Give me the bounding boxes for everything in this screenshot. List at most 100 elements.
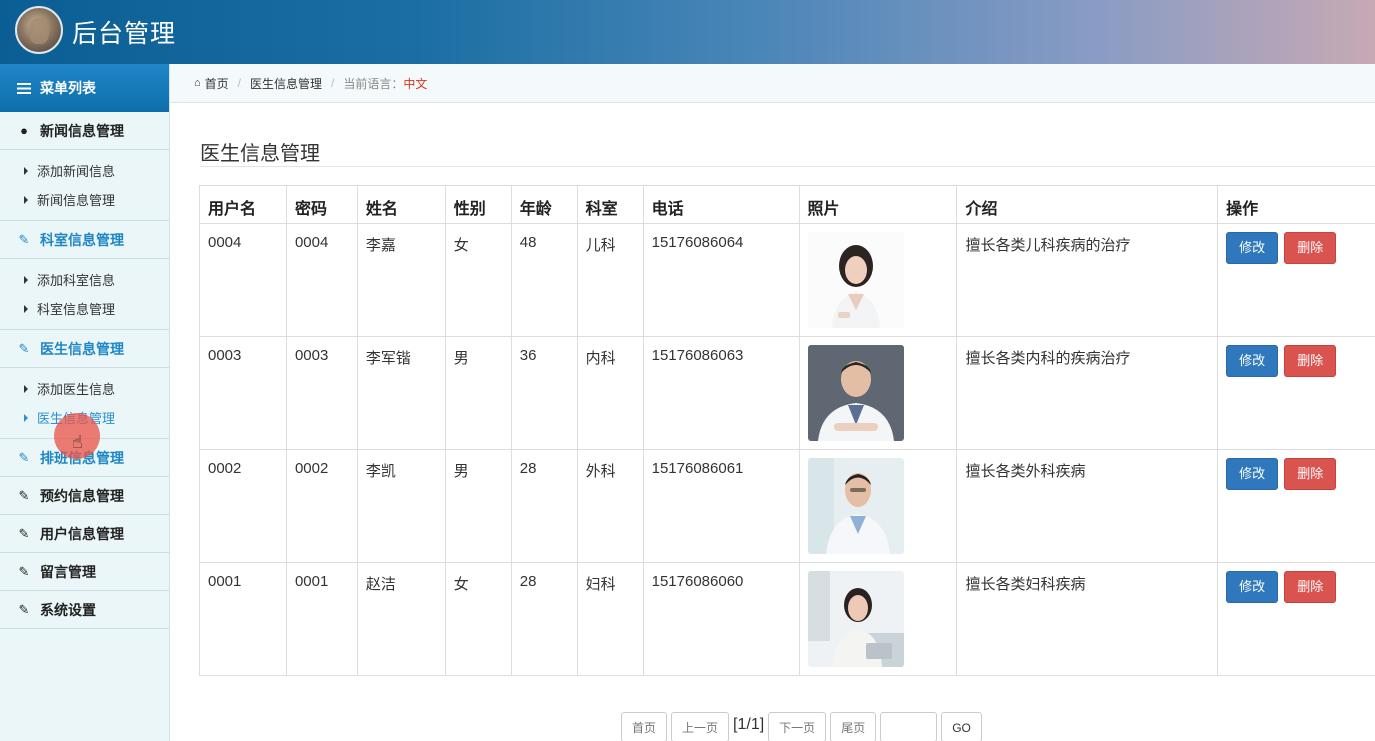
table-row: 0002 0002 李凯 男 28 外科 15176086061 擅长各类外科疾… [199,449,1375,563]
sidebar-item-manage-doctor[interactable]: 医生信息管理 [0,403,169,432]
sidebar-group-settings[interactable]: ✎ 系统设置 [0,591,169,629]
logo-avatar [15,6,63,54]
home-icon: ⌂ [194,77,201,89]
cell-department: 妇科 [576,562,644,676]
sidebar-group-doctor[interactable]: ✎ 医生信息管理 [0,330,169,368]
go-button[interactable]: GO [941,712,982,741]
sidebar-item-add-doctor[interactable]: 添加医生信息 [0,374,169,403]
doctor-photo [807,345,904,441]
title-divider [200,166,1375,167]
column-header: 介绍 [956,185,1219,224]
page-title: 医生信息管理 [200,143,320,165]
doctor-photo [807,232,904,328]
cell-actions: 修改 删除 [1217,562,1375,676]
caret-right-icon [24,275,28,284]
next-page-button[interactable]: 下一页 [768,712,827,741]
menu-title: 菜单列表 [40,80,96,96]
caret-right-icon [24,195,28,204]
breadcrumb-home[interactable]: 首页 [205,75,229,92]
language-value[interactable]: 中文 [403,75,427,92]
sidebar-submenu-department: 添加科室信息 科室信息管理 [0,259,169,330]
column-header: 操作 [1217,185,1375,224]
cell-actions: 修改 删除 [1217,449,1375,563]
edit-button[interactable]: 修改 [1226,232,1279,264]
edit-icon: ✎ [18,601,30,617]
page-number-input[interactable] [880,712,938,741]
cell-name: 李凯 [356,449,446,563]
cell-intro: 擅长各类儿科疾病的治疗 [956,223,1219,337]
edit-icon: ✎ [18,231,30,247]
doctor-table: 用户名 密码 姓名 性别 年龄 科室 电话 照片 介绍 操作 0004 0004… [199,185,1375,676]
edit-icon: ✎ [18,563,30,579]
cell-name: 李军锴 [356,336,446,450]
sidebar-group-message[interactable]: ✎ 留言管理 [0,553,169,591]
sidebar-group-department[interactable]: ✎ 科室信息管理 [0,221,169,259]
table-header-row: 用户名 密码 姓名 性别 年龄 科室 电话 照片 介绍 操作 [199,185,1375,224]
column-header: 电话 [642,185,800,224]
cell-phone: 15176086064 [642,223,800,337]
doctor-photo [807,458,904,554]
edit-button[interactable]: 修改 [1226,571,1279,603]
column-header: 科室 [576,185,644,224]
cell-gender: 女 [444,562,512,676]
doctor-photo [807,571,904,667]
caret-right-icon [24,384,28,393]
sidebar-group-news[interactable]: ● 新闻信息管理 [0,112,169,150]
column-header: 照片 [798,185,958,224]
delete-button[interactable]: 删除 [1284,458,1337,490]
breadcrumb-current[interactable]: 医生信息管理 [250,75,322,92]
sidebar-submenu-doctor: 添加医生信息 医生信息管理 [0,368,169,439]
column-header: 性别 [444,185,512,224]
cell-age: 28 [510,449,578,563]
cell-intro: 擅长各类妇科疾病 [956,562,1219,676]
top-header: 后台管理 [0,0,1375,64]
caret-right-icon [24,304,28,313]
cell-intro: 擅长各类外科疾病 [956,449,1219,563]
cell-photo [798,449,958,563]
column-header: 密码 [285,185,358,224]
sidebar-item-add-news[interactable]: 添加新闻信息 [0,156,169,185]
cell-age: 48 [510,223,578,337]
table-row: 0001 0001 赵洁 女 28 妇科 15176086060 擅长各类妇科疾… [199,562,1375,676]
cell-password: 0002 [285,449,358,563]
sidebar-item-add-department[interactable]: 添加科室信息 [0,265,169,294]
sidebar-item-manage-department[interactable]: 科室信息管理 [0,294,169,323]
cell-username: 0001 [199,562,287,676]
sidebar: 菜单列表 ● 新闻信息管理 添加新闻信息 新闻信息管理 ✎ 科室信息管理 添加科… [0,64,170,741]
sidebar-group-appointment[interactable]: ✎ 预约信息管理 [0,477,169,515]
language-label: 当前语言： [343,76,404,91]
last-page-button[interactable]: 尾页 [830,712,877,741]
cell-actions: 修改 删除 [1217,336,1375,450]
sidebar-group-schedule[interactable]: ✎ 排班信息管理 [0,439,169,477]
delete-button[interactable]: 删除 [1284,232,1337,264]
delete-button[interactable]: 删除 [1284,345,1337,377]
cell-username: 0004 [199,223,287,337]
cell-photo [798,336,958,450]
cell-password: 0004 [285,223,358,337]
menu-header: 菜单列表 [0,64,169,112]
edit-button[interactable]: 修改 [1226,345,1279,377]
pagination: 首页 上一页 [1/1] 下一页 尾页 GO [621,712,982,741]
sidebar-group-user[interactable]: ✎ 用户信息管理 [0,515,169,553]
cell-department: 外科 [576,449,644,563]
table-row: 0003 0003 李军锴 男 36 内科 15176086063 擅长各类内科… [199,336,1375,450]
cell-department: 内科 [576,336,644,450]
cell-phone: 15176086061 [642,449,800,563]
column-header: 用户名 [199,185,287,224]
cell-age: 28 [510,562,578,676]
edit-button[interactable]: 修改 [1226,458,1279,490]
sidebar-item-manage-news[interactable]: 新闻信息管理 [0,185,169,214]
cell-password: 0003 [285,336,358,450]
column-header: 姓名 [356,185,446,224]
cell-actions: 修改 删除 [1217,223,1375,337]
cell-password: 0001 [285,562,358,676]
cell-intro: 擅长各类内科的疾病治疗 [956,336,1219,450]
cell-phone: 15176086060 [642,562,800,676]
first-page-button[interactable]: 首页 [621,712,668,741]
user-icon: ● [20,123,28,138]
page-info: [1/1] [733,716,765,733]
edit-icon: ✎ [18,487,30,503]
prev-page-button[interactable]: 上一页 [671,712,730,741]
cell-gender: 女 [444,223,512,337]
delete-button[interactable]: 删除 [1284,571,1337,603]
